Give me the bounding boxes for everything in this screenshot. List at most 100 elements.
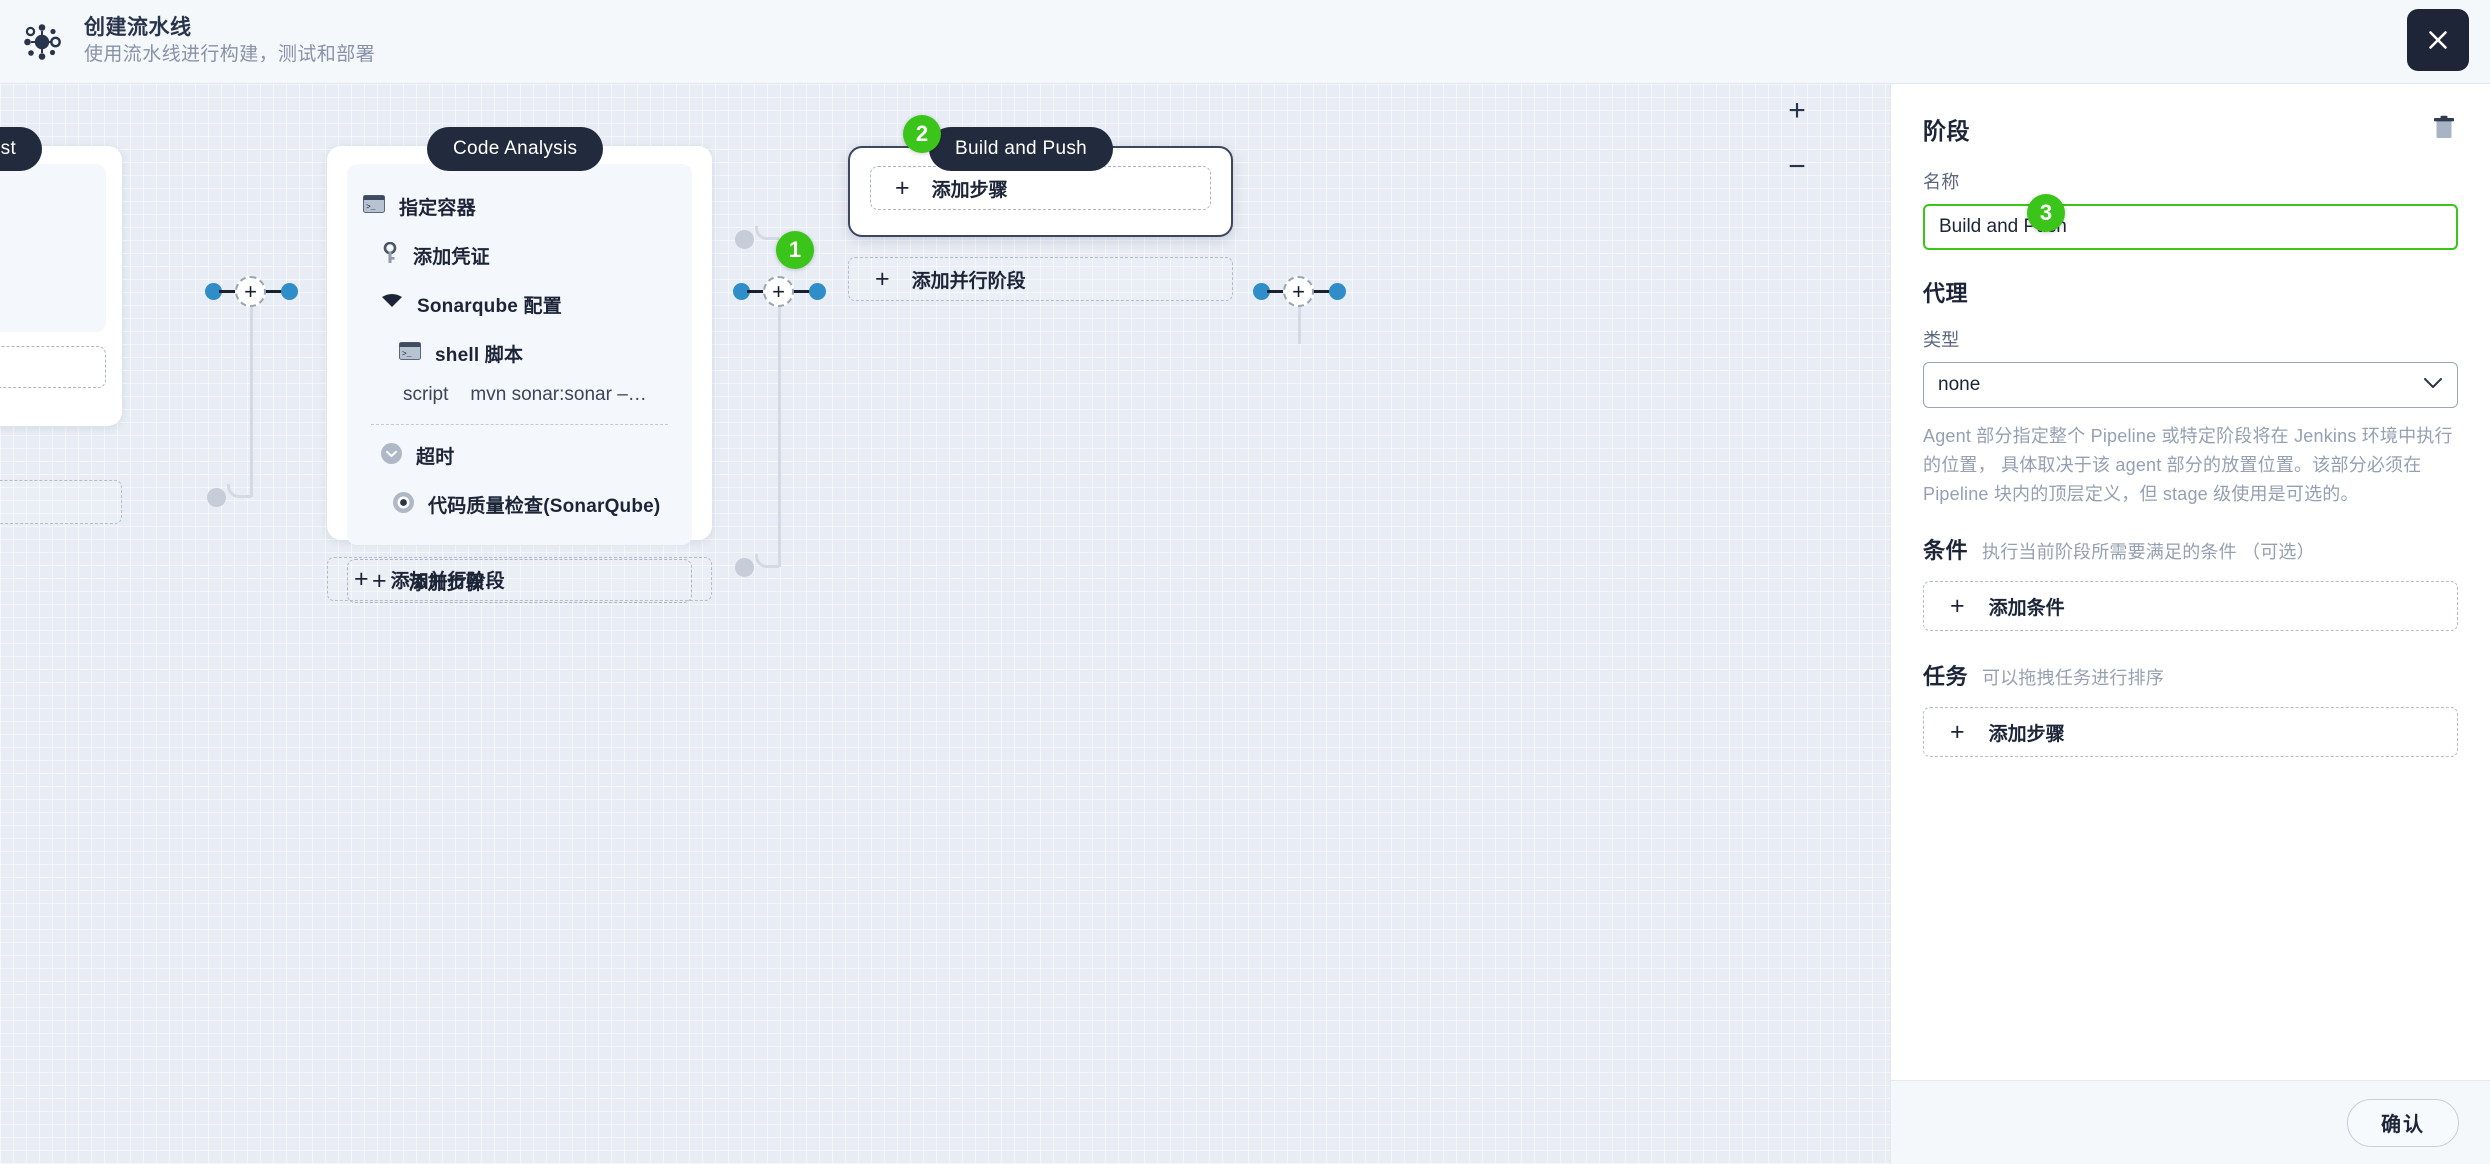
- add-step-button-test[interactable]: [0, 346, 106, 388]
- add-stage-between-button-2[interactable]: +: [763, 276, 794, 307]
- terminal-icon: >_: [363, 195, 385, 218]
- step-script-test[interactable]: –o –gs `pwd`/…: [0, 182, 106, 328]
- pipeline-network-icon: [0, 0, 84, 84]
- step-badge-1: 1: [776, 231, 814, 269]
- step-label-specify-container: 指定容器: [399, 198, 476, 219]
- terminal-icon: >_: [399, 342, 421, 365]
- key-icon: [381, 241, 399, 269]
- stage-pill-test-label: Test: [0, 138, 17, 159]
- stage-pill-build-label: Build and Push: [955, 138, 1088, 159]
- stage-pill-code-analysis[interactable]: Code Analysis: [427, 127, 604, 171]
- add-stage-between-button-1[interactable]: +: [235, 276, 266, 307]
- step-script-row[interactable]: script mvn sonar:sonar –…: [347, 378, 692, 418]
- add-parallel-label-build-and-push: 添加并行阶段: [911, 270, 1026, 292]
- connector-vertical-1: [250, 304, 253, 497]
- connector-dot-parallel-2b: [735, 558, 754, 577]
- trash-icon: [2434, 115, 2454, 138]
- panel-title: 阶段: [1923, 118, 1970, 144]
- plus-icon: +: [875, 264, 890, 293]
- panel-footer: 确认: [1891, 1080, 2490, 1164]
- plus-icon: +: [1950, 717, 1965, 746]
- zoom-in-button[interactable]: +: [1780, 94, 1814, 128]
- condition-section-header: 条件 执行当前阶段所需要满足的条件 （可选）: [1923, 533, 2458, 565]
- connector-dot-right: [809, 283, 826, 300]
- connector-vertical-3: [1298, 304, 1301, 344]
- stage-card-test[interactable]: –o –gs `pwd`/…: [0, 146, 122, 426]
- stage-properties-panel: 阶段 名称 3 代理 类型 none: [1890, 84, 2490, 1164]
- plus-icon: +: [372, 566, 387, 595]
- task-title: 任务: [1923, 664, 1969, 690]
- svg-text:>_: >_: [366, 203, 376, 212]
- radio-target-icon: [393, 491, 414, 518]
- page-title: 创建流水线: [84, 16, 192, 40]
- step-row-code-quality[interactable]: 代码质量检查(SonarQube): [347, 480, 692, 529]
- svg-text:>_: >_: [402, 350, 412, 359]
- step-script-value: mvn sonar:sonar –…: [470, 384, 647, 405]
- step-row-timeout[interactable]: 超时: [347, 431, 692, 480]
- step-badge-2: 2: [903, 115, 941, 153]
- step-label-add-credential: 添加凭证: [413, 247, 490, 268]
- connector-elbow-2a: [755, 226, 779, 240]
- connector-elbow-2b: [755, 554, 779, 568]
- plus-icon: +: [895, 173, 910, 202]
- pipeline-canvas[interactable]: + − Test –o –gs `pwd`/… +: [0, 84, 1890, 1164]
- add-step-label-panel: 添加步骤: [1988, 723, 2065, 745]
- zoom-controls: + −: [1780, 94, 1814, 184]
- add-step-button-build-and-push[interactable]: + 添加步骤: [870, 166, 1211, 210]
- zoom-out-button[interactable]: −: [1780, 150, 1814, 184]
- add-step-button-panel[interactable]: + 添加步骤: [1923, 707, 2458, 758]
- step-label-code-quality: 代码质量检查(SonarQube): [428, 496, 661, 517]
- chevron-down-circle-icon: [381, 442, 402, 469]
- add-step-label-build-and-push: 添加步骤: [931, 179, 1008, 201]
- panel-header: 阶段: [1923, 112, 2458, 146]
- page-subtitle: 使用流水线进行构建，测试和部署: [84, 44, 376, 66]
- step-badge-3: 3: [2027, 194, 2065, 232]
- add-condition-label: 添加条件: [1988, 597, 2065, 619]
- step-label-sonarqube-config: Sonarqube 配置: [417, 296, 562, 317]
- name-input-wrap: 3: [1923, 194, 2458, 250]
- condition-hint: 执行当前阶段所需要满足的条件 （可选）: [1982, 542, 2315, 563]
- close-icon: [2429, 31, 2447, 49]
- dialog-header: 创建流水线 使用流水线进行构建，测试和部署: [0, 0, 2490, 84]
- step-script-key: script: [403, 384, 449, 405]
- header-texts: 创建流水线 使用流水线进行构建，测试和部署: [84, 14, 375, 69]
- task-hint: 可以拖拽任务进行排序: [1982, 668, 2165, 689]
- step-row-specify-container[interactable]: >_ 指定容器: [347, 182, 692, 231]
- connector-dot-parallel-2a: [735, 230, 754, 249]
- step-row-add-credential[interactable]: 添加凭证: [347, 231, 692, 280]
- connector-vertical-2: [778, 304, 781, 567]
- stage-name-input[interactable]: [1923, 204, 2458, 250]
- connector-elbow-1: [227, 484, 251, 498]
- create-pipeline-dialog: 创建流水线 使用流水线进行构建，测试和部署 + − Test –o: [0, 0, 2490, 1164]
- sonar-wave-icon: [381, 293, 403, 316]
- step-badge-1-label: 1: [788, 237, 802, 262]
- add-parallel-stage-button-build-and-push[interactable]: + 添加并行阶段: [848, 257, 1233, 301]
- add-condition-button[interactable]: + 添加条件: [1923, 581, 2458, 632]
- agent-type-value: none: [1938, 374, 1981, 395]
- connector-dot-right: [281, 283, 298, 300]
- add-parallel-stage-button-test[interactable]: [0, 480, 122, 524]
- steps-box-test: –o –gs `pwd`/…: [0, 164, 106, 332]
- stage-card-code-analysis[interactable]: >_ 指定容器 添加凭证 Sonarqube 配置 >_ shell 脚本 sc…: [327, 146, 712, 603]
- name-field-label: 名称: [1923, 172, 1960, 192]
- step-label-shell-script: shell 脚本: [435, 345, 524, 366]
- stage-pill-code-analysis-label: Code Analysis: [453, 138, 578, 159]
- agent-section-title: 代理: [1923, 281, 1969, 306]
- close-button[interactable]: [2407, 9, 2469, 71]
- add-stage-between-button-3[interactable]: +: [1283, 276, 1314, 307]
- step-row-sonarqube-config[interactable]: Sonarqube 配置: [347, 280, 692, 329]
- delete-stage-button[interactable]: [2430, 113, 2458, 146]
- step-badge-2-label: 2: [915, 121, 929, 146]
- agent-type-select-wrap: none: [1923, 362, 2458, 408]
- add-step-button-code-analysis[interactable]: + 添加步骤: [347, 559, 692, 603]
- agent-type-select[interactable]: none: [1923, 362, 2458, 408]
- step-row-shell-script[interactable]: >_ shell 脚本: [347, 329, 692, 378]
- confirm-button[interactable]: 确认: [2347, 1098, 2459, 1147]
- stage-pill-build-and-push[interactable]: Build and Push: [929, 127, 1114, 171]
- agent-help-text: Agent 部分指定整个 Pipeline 或特定阶段将在 Jenkins 环境…: [1923, 426, 2453, 505]
- task-section-header: 任务 可以拖拽任务进行排序: [1923, 659, 2458, 691]
- condition-title: 条件: [1923, 538, 1969, 564]
- step-badge-3-label: 3: [2039, 200, 2053, 225]
- step-divider: [371, 424, 668, 425]
- connector-dot-right: [1329, 283, 1346, 300]
